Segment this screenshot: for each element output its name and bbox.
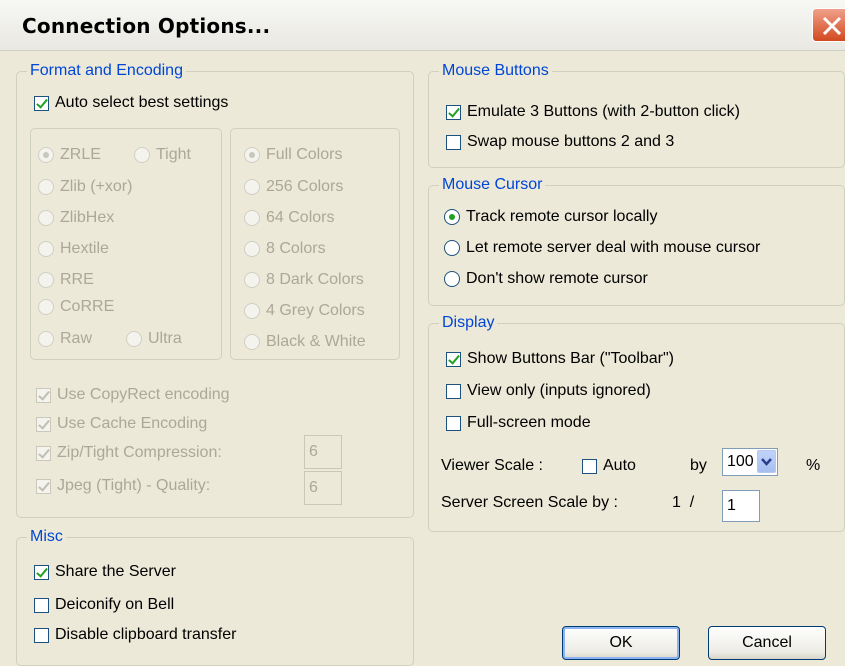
viewer-scale-label: Viewer Scale : [441,457,543,474]
cancel-button[interactable]: Cancel [708,626,826,660]
zip-tight-label: Zip/Tight Compression: [57,444,222,461]
radio-dont-show[interactable]: Don't show remote cursor [444,270,648,288]
copyrect-label: Use CopyRect encoding [57,386,230,403]
emulate-3-buttons-label: Emulate 3 Buttons (with 2-button click) [467,103,741,120]
radio-4-grey-colors[interactable]: 4 Grey Colors [244,302,365,320]
close-button[interactable] [812,8,845,42]
fullscreen-checkbox[interactable]: Full-screen mode [446,414,591,432]
radio-zlibhex-label: ZlibHex [60,209,115,226]
radio-tight-label: Tight [156,146,191,163]
jpeg-checkbox[interactable]: Jpeg (Tight) - Quality: [36,477,210,495]
radio-tight[interactable]: Tight [134,146,191,164]
title-bar: Connection Options... [0,0,845,51]
toolbar-label: Show Buttons Bar ("Toolbar") [467,350,675,367]
jpeg-label: Jpeg (Tight) - Quality: [57,477,211,494]
format-encoding-legend: Format and Encoding [30,62,183,79]
radio-ultra[interactable]: Ultra [126,330,182,348]
zip-tight-checkbox[interactable]: Zip/Tight Compression: [36,444,222,462]
viewer-scale-select[interactable]: 100 [722,448,778,476]
radio-8-colors-label: 8 Colors [266,240,326,257]
radio-let-server[interactable]: Let remote server deal with mouse cursor [444,239,760,257]
radio-black-white[interactable]: Black & White [244,333,366,351]
mouse-buttons-legend: Mouse Buttons [442,62,549,79]
mouse-cursor-legend: Mouse Cursor [442,176,543,193]
viewer-scale-value: 100 [727,453,754,470]
radio-corre-label: CoRRE [60,298,115,315]
disable-clipboard-checkbox[interactable]: Disable clipboard transfer [34,626,236,644]
auto-select-checkbox[interactable]: Auto select best settings [34,94,228,112]
radio-track-cursor[interactable]: Track remote cursor locally [444,208,657,226]
ok-button[interactable]: OK [562,626,680,660]
radio-hextile-label: Hextile [60,240,109,257]
radio-zrle[interactable]: ZRLE [38,146,101,164]
display-legend: Display [442,314,495,331]
window-title: Connection Options... [22,14,271,38]
radio-rre[interactable]: RRE [38,271,94,289]
percent-label: % [806,457,821,474]
copyrect-checkbox[interactable]: Use CopyRect encoding [36,386,230,404]
radio-zlib[interactable]: Zlib (+xor) [38,178,132,196]
radio-dont-show-label: Don't show remote cursor [466,270,648,287]
radio-hextile[interactable]: Hextile [38,240,109,258]
radio-4-grey-colors-label: 4 Grey Colors [266,302,365,319]
fullscreen-label: Full-screen mode [467,414,591,431]
radio-8-dark-colors[interactable]: 8 Dark Colors [244,271,364,289]
radio-64-colors-label: 64 Colors [266,209,335,226]
auto-select-label: Auto select best settings [55,94,229,111]
radio-zlib-label: Zlib (+xor) [60,178,133,195]
view-only-label: View only (inputs ignored) [467,382,651,399]
radio-64-colors[interactable]: 64 Colors [244,209,334,227]
server-scale-input[interactable]: 1 [722,490,760,522]
checkbox-box[interactable] [34,95,49,111]
deiconify-label: Deiconify on Bell [55,596,175,613]
toolbar-checkbox[interactable]: Show Buttons Bar ("Toolbar") [446,350,674,368]
swap-buttons-checkbox[interactable]: Swap mouse buttons 2 and 3 [446,133,674,151]
zip-compression-input[interactable]: 6 [304,435,342,469]
cache-checkbox[interactable]: Use Cache Encoding [36,415,207,433]
auto-scale-label: Auto [603,457,636,474]
radio-256-colors[interactable]: 256 Colors [244,178,343,196]
disable-clipboard-label: Disable clipboard transfer [55,626,237,643]
misc-legend: Misc [30,528,63,545]
auto-scale-checkbox[interactable]: Auto [582,457,636,475]
dropdown-arrow[interactable] [757,450,776,473]
radio-full-colors-label: Full Colors [266,146,343,163]
radio-black-white-label: Black & White [266,333,366,350]
share-server-label: Share the Server [55,563,176,580]
radio-zlibhex[interactable]: ZlibHex [38,209,114,227]
view-only-checkbox[interactable]: View only (inputs ignored) [446,382,651,400]
radio-8-colors[interactable]: 8 Colors [244,240,326,258]
by-label: by [690,457,707,474]
radio-raw-label: Raw [60,330,93,347]
radio-8-dark-colors-label: 8 Dark Colors [266,271,364,288]
jpeg-quality-input[interactable]: 6 [304,471,342,505]
emulate-3-buttons-checkbox[interactable]: Emulate 3 Buttons (with 2-button click) [446,103,740,121]
radio-track-cursor-label: Track remote cursor locally [466,208,658,225]
radio-let-server-label: Let remote server deal with mouse cursor [466,239,761,256]
swap-buttons-label: Swap mouse buttons 2 and 3 [467,133,675,150]
radio-corre[interactable]: CoRRE [38,298,114,316]
chevron-down-icon [761,458,772,466]
radio-full-colors[interactable]: Full Colors [244,146,342,164]
server-scale-label: Server Screen Scale by : [441,494,618,511]
radio-raw[interactable]: Raw [38,330,92,348]
radio-zrle-label: ZRLE [60,146,101,163]
close-icon [822,16,842,36]
radio-ultra-label: Ultra [148,330,182,347]
one-over-label: 1 / [672,494,695,511]
deiconify-checkbox[interactable]: Deiconify on Bell [34,596,174,614]
radio-rre-label: RRE [60,271,94,288]
cache-label: Use Cache Encoding [57,415,208,432]
radio-256-colors-label: 256 Colors [266,178,344,195]
share-server-checkbox[interactable]: Share the Server [34,563,176,581]
